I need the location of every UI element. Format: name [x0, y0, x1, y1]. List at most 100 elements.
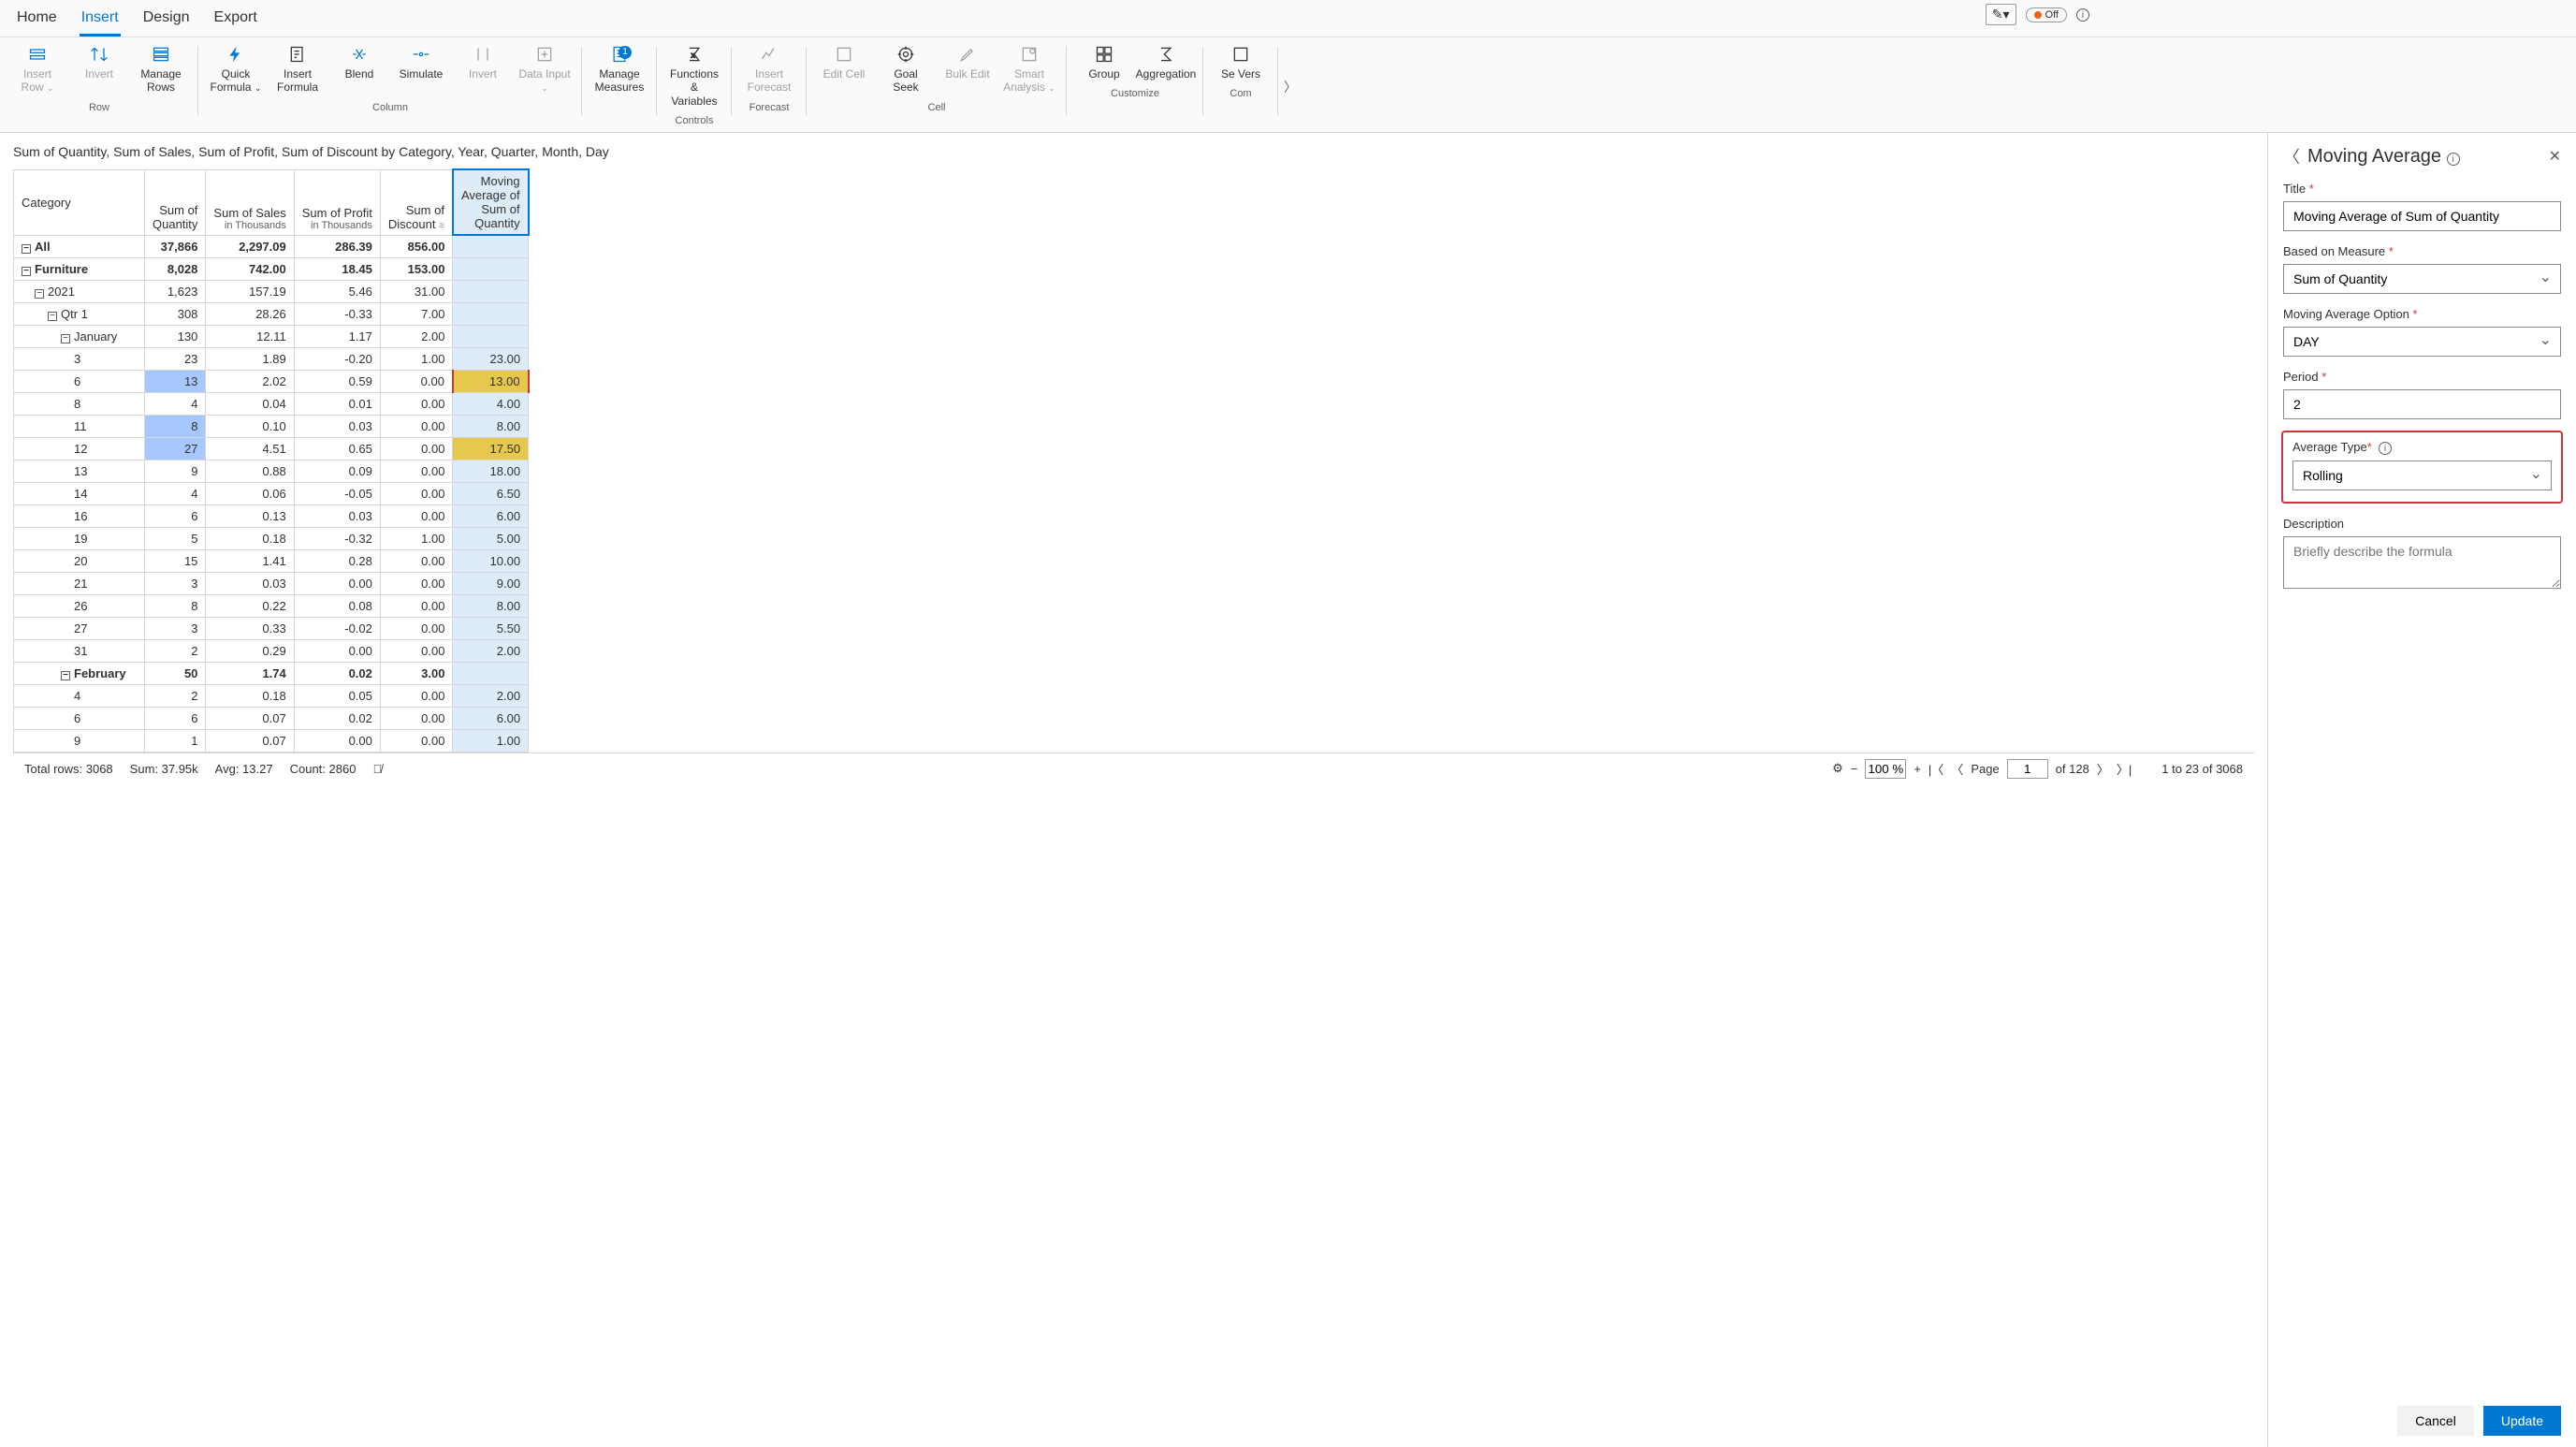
table-cell[interactable]: 153.00 [380, 257, 453, 280]
zoom-out[interactable]: − [1851, 762, 1858, 776]
table-cell[interactable]: 4.00 [453, 392, 529, 415]
table-cell[interactable]: 1.00 [380, 347, 453, 370]
table-cell[interactable]: 0.03 [294, 504, 380, 527]
table-cell[interactable]: 0.00 [380, 415, 453, 437]
table-cell[interactable]: 157.19 [206, 280, 294, 302]
manage-rows-button[interactable]: Manage Rows [133, 41, 189, 98]
table-cell[interactable] [453, 257, 529, 280]
info-icon[interactable]: i [2379, 442, 2392, 455]
table-cell[interactable]: 0.08 [294, 594, 380, 617]
table-cell[interactable]: 0.00 [380, 437, 453, 460]
table-cell[interactable]: 4.51 [206, 437, 294, 460]
table-cell[interactable]: 0.00 [380, 392, 453, 415]
table-cell[interactable]: 28.26 [206, 302, 294, 325]
toggle-icon[interactable]: − [35, 289, 44, 299]
table-cell[interactable]: 6 [145, 504, 206, 527]
measure-select[interactable] [2283, 264, 2561, 294]
table-cell[interactable]: 5.00 [453, 527, 529, 549]
table-cell[interactable]: 0.13 [206, 504, 294, 527]
table-cell[interactable]: 8.00 [453, 594, 529, 617]
group-button[interactable]: Group [1076, 41, 1132, 84]
table-cell[interactable]: 7.00 [380, 302, 453, 325]
table-cell[interactable]: 0.09 [294, 460, 380, 482]
row-header[interactable]: −2021 [14, 280, 145, 302]
table-cell[interactable]: 0.00 [380, 707, 453, 729]
column-header[interactable]: Sum of Profitin Thousands [294, 169, 380, 235]
table-cell[interactable]: 0.65 [294, 437, 380, 460]
table-cell[interactable]: 3 [145, 572, 206, 594]
table-cell[interactable]: 4 [145, 392, 206, 415]
period-input[interactable] [2283, 389, 2561, 419]
table-cell[interactable]: 6.00 [453, 504, 529, 527]
table-cell[interactable]: 1.74 [206, 662, 294, 684]
ribbon-scroll-right[interactable]: 〉 [1278, 78, 1303, 96]
table-cell[interactable]: 0.59 [294, 370, 380, 392]
info-icon[interactable]: i [2447, 153, 2460, 166]
cancel-button[interactable]: Cancel [2397, 1406, 2474, 1436]
row-header[interactable]: −All [14, 235, 145, 257]
table-cell[interactable]: 0.07 [206, 707, 294, 729]
table-cell[interactable]: 0.00 [380, 549, 453, 572]
info-icon[interactable]: i [2076, 8, 2089, 22]
table-cell[interactable]: 13 [145, 370, 206, 392]
column-header[interactable]: Sum ofQuantity [145, 169, 206, 235]
toggle-icon[interactable]: − [61, 334, 70, 343]
table-cell[interactable]: 50 [145, 662, 206, 684]
row-header[interactable]: 13 [14, 460, 145, 482]
table-cell[interactable]: 5.46 [294, 280, 380, 302]
toggle-icon[interactable]: − [48, 312, 57, 321]
table-cell[interactable]: 8,028 [145, 257, 206, 280]
table-cell[interactable]: 0.10 [206, 415, 294, 437]
toggle-icon[interactable]: − [22, 267, 31, 276]
table-cell[interactable]: 2,297.09 [206, 235, 294, 257]
toggle-icon[interactable]: − [61, 671, 70, 680]
table-cell[interactable]: 0.00 [380, 684, 453, 707]
table-cell[interactable]: -0.05 [294, 482, 380, 504]
row-header[interactable]: 3 [14, 347, 145, 370]
table-cell[interactable]: 1.00 [380, 527, 453, 549]
row-header[interactable]: −Furniture [14, 257, 145, 280]
column-header[interactable]: Sum of Salesin Thousands [206, 169, 294, 235]
column-header[interactable]: Sum ofDiscount ≡ [380, 169, 453, 235]
row-header[interactable]: 9 [14, 729, 145, 752]
table-cell[interactable]: 0.00 [380, 594, 453, 617]
functions-variables-button[interactable]: xFunctions & Variables [666, 41, 722, 111]
table-cell[interactable]: 2 [145, 684, 206, 707]
page-input[interactable] [2007, 759, 2048, 779]
table-cell[interactable]: 0.22 [206, 594, 294, 617]
table-cell[interactable]: 6.00 [453, 707, 529, 729]
tab-home[interactable]: Home [15, 6, 59, 37]
table-cell[interactable]: 2 [145, 639, 206, 662]
table-cell[interactable]: 0.04 [206, 392, 294, 415]
row-header[interactable]: 20 [14, 549, 145, 572]
table-cell[interactable] [453, 662, 529, 684]
table-cell[interactable]: 130 [145, 325, 206, 347]
page-prev[interactable]: 〈 [1951, 760, 1963, 778]
table-cell[interactable]: 0.02 [294, 662, 380, 684]
table-cell[interactable]: 3 [145, 617, 206, 639]
table-cell[interactable]: 856.00 [380, 235, 453, 257]
table-cell[interactable]: 13.00 [453, 370, 529, 392]
table-cell[interactable]: 0.00 [294, 572, 380, 594]
table-cell[interactable]: 6 [145, 707, 206, 729]
table-cell[interactable]: 9 [145, 460, 206, 482]
zoom-input[interactable] [1865, 759, 1906, 779]
row-header[interactable]: 26 [14, 594, 145, 617]
table-cell[interactable]: 18.45 [294, 257, 380, 280]
table-cell[interactable]: 0.02 [294, 707, 380, 729]
table-cell[interactable]: 0.29 [206, 639, 294, 662]
table-cell[interactable]: 31.00 [380, 280, 453, 302]
column-header[interactable]: Category [14, 169, 145, 235]
page-last[interactable]: 〉| [2117, 760, 2132, 778]
insert-formula-button[interactable]: Insert Formula [269, 41, 326, 98]
table-cell[interactable]: 0.03 [206, 572, 294, 594]
table-cell[interactable] [453, 235, 529, 257]
table-cell[interactable]: 742.00 [206, 257, 294, 280]
table-cell[interactable]: 0.28 [294, 549, 380, 572]
table-cell[interactable]: 18.00 [453, 460, 529, 482]
table-cell[interactable]: 3.00 [380, 662, 453, 684]
row-header[interactable]: −Qtr 1 [14, 302, 145, 325]
table-cell[interactable]: 8.00 [453, 415, 529, 437]
table-cell[interactable]: 5 [145, 527, 206, 549]
table-cell[interactable]: 17.50 [453, 437, 529, 460]
